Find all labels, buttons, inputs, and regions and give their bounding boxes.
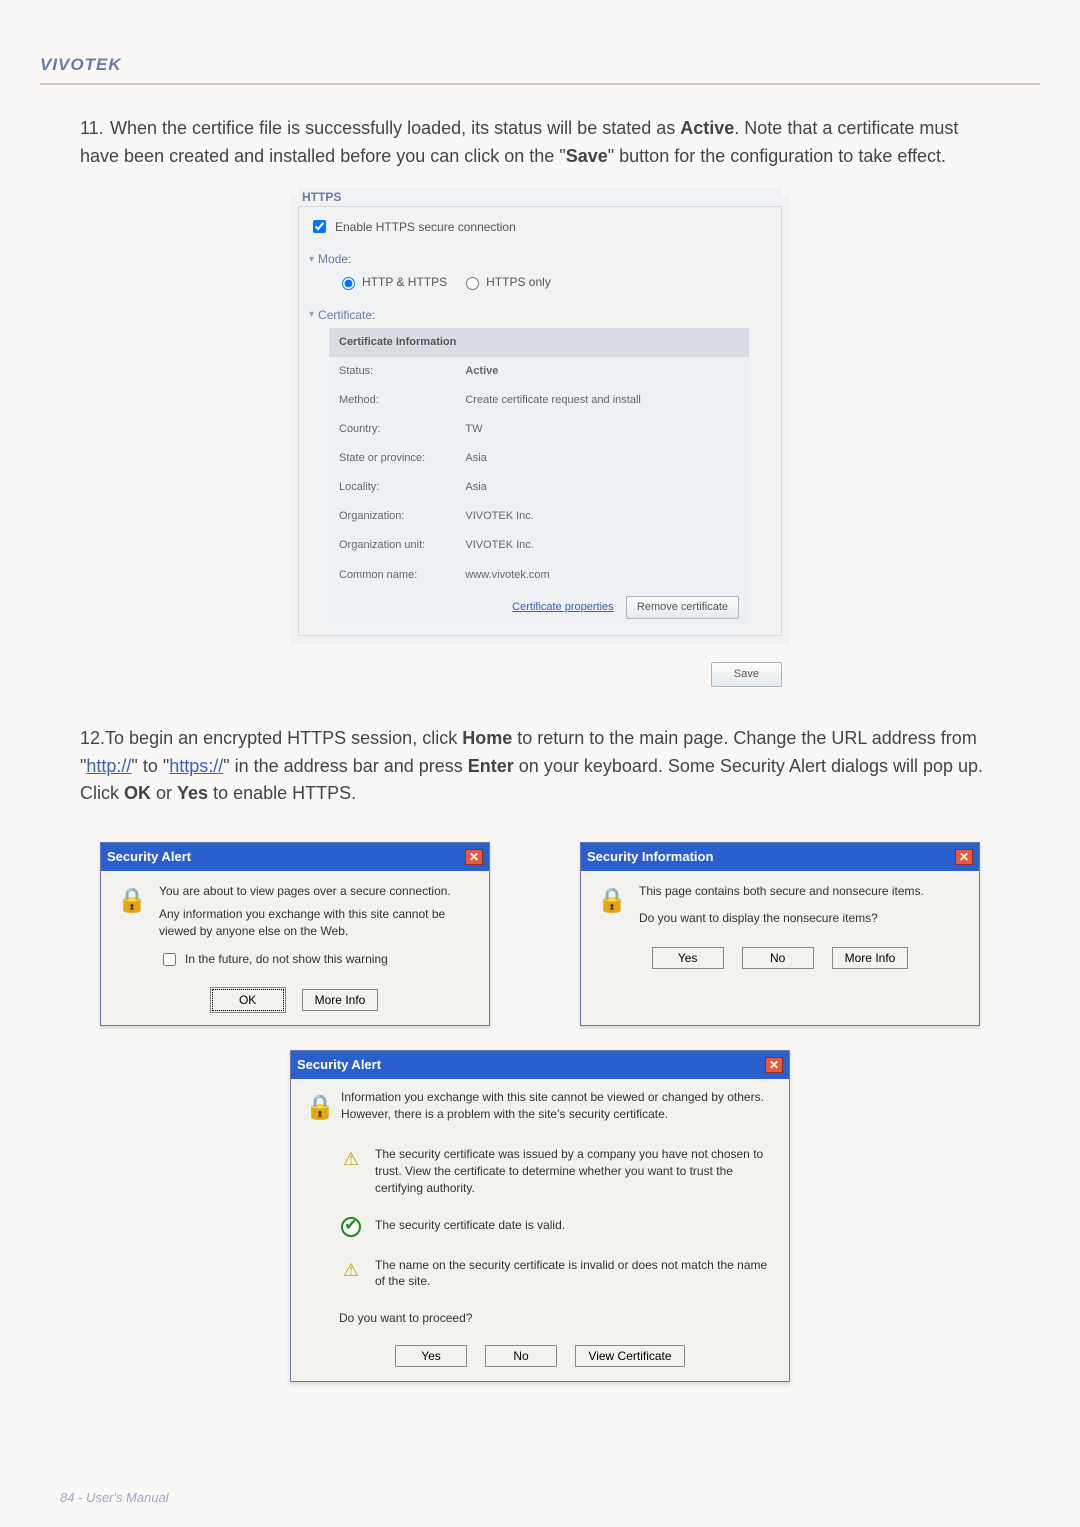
dlg3-yes-button[interactable]: Yes xyxy=(395,1345,467,1367)
header-divider xyxy=(40,83,1040,85)
close-icon[interactable]: ✕ xyxy=(955,849,973,865)
dlg1-chk-label: In the future, do not show this warning xyxy=(185,951,388,968)
mode-https-only-label: HTTPS only xyxy=(486,273,551,292)
step-12-a: To begin an encrypted HTTPS session, cli… xyxy=(105,728,462,748)
step-11-active: Active xyxy=(680,118,734,138)
save-button[interactable]: Save xyxy=(711,662,782,687)
cert-row-val: TW xyxy=(455,415,749,444)
enable-https-label: Enable HTTPS secure connection xyxy=(335,218,516,237)
cert-section-label: Certificate: xyxy=(318,306,375,325)
cert-row-key: Method: xyxy=(329,386,455,415)
close-icon[interactable]: ✕ xyxy=(765,1057,783,1073)
step-11-paragraph: 11. When the certifice file is successfu… xyxy=(80,115,1000,171)
cert-info-header: Certificate Information xyxy=(329,328,749,357)
brand-title: VIVOTEK xyxy=(40,55,1040,75)
security-alert-dialog-2: Security Alert ✕ Information you exchang… xyxy=(290,1050,790,1382)
dlg1-ok-button[interactable]: OK xyxy=(212,989,284,1011)
https-legend: HTTPS xyxy=(298,188,782,207)
warning-icon xyxy=(339,1257,363,1285)
dlg3-title: Security Alert xyxy=(297,1055,381,1075)
cert-row-key: Locality: xyxy=(329,473,455,502)
dlg1-line1: You are about to view pages over a secur… xyxy=(159,883,475,900)
dlg3-ok1: The security certificate date is valid. xyxy=(375,1217,565,1234)
cert-row-val: Asia xyxy=(455,444,749,473)
dlg3-no-button[interactable]: No xyxy=(485,1345,557,1367)
dlg2-no-button[interactable]: No xyxy=(742,947,814,969)
lock-icon xyxy=(305,1089,329,1126)
certificate-info-table: Certificate Information Status: Active M… xyxy=(329,328,749,624)
cert-row-val: Create certificate request and install xyxy=(455,386,749,415)
step-12-or: or xyxy=(151,783,177,803)
step-12-c: " to " xyxy=(131,756,169,776)
dlg1-suppress-checkbox[interactable] xyxy=(163,953,176,966)
step-12-yes: Yes xyxy=(177,783,208,803)
remove-certificate-button[interactable]: Remove certificate xyxy=(626,596,739,619)
certificate-properties-link[interactable]: Certificate properties xyxy=(512,601,614,613)
dlg3-view-certificate-button[interactable]: View Certificate xyxy=(575,1345,685,1367)
dlg2-more-info-button[interactable]: More Info xyxy=(832,947,909,969)
step-12-paragraph: 12.To begin an encrypted HTTPS session, … xyxy=(80,725,1000,809)
dlg1-title: Security Alert xyxy=(107,847,191,867)
dlg2-title: Security Information xyxy=(587,847,713,867)
dlg1-line2: Any information you exchange with this s… xyxy=(159,906,475,940)
check-icon xyxy=(339,1217,363,1237)
step-11-text-a: When the certifice file is successfully … xyxy=(110,118,680,138)
security-information-dialog: Security Information ✕ This page contain… xyxy=(580,842,980,1026)
dlg2-line2: Do you want to display the nonsecure ite… xyxy=(639,910,924,927)
dlg3-intro: Information you exchange with this site … xyxy=(341,1089,775,1123)
cert-row-key: State or province: xyxy=(329,444,455,473)
step-12-ok: OK xyxy=(124,783,151,803)
step-11-save: Save xyxy=(566,146,608,166)
cert-row-key: Common name: xyxy=(329,561,455,590)
step-12-number: 12. xyxy=(80,728,105,748)
lock-icon xyxy=(115,883,149,917)
close-icon[interactable]: ✕ xyxy=(465,849,483,865)
cert-row-val: Asia xyxy=(455,473,749,502)
warning-icon xyxy=(339,1146,363,1174)
cert-row-key: Organization unit: xyxy=(329,531,455,560)
mode-http-https-radio[interactable] xyxy=(342,277,355,290)
dlg2-line1: This page contains both secure and nonse… xyxy=(639,883,924,900)
step-12-home: Home xyxy=(462,728,512,748)
step-12-enter: Enter xyxy=(468,756,514,776)
cert-row-val: www.vivotek.com xyxy=(455,561,749,590)
https-link[interactable]: https:// xyxy=(169,756,223,776)
http-link[interactable]: http:// xyxy=(86,756,131,776)
step-11-text-c: " button for the configuration to take e… xyxy=(608,146,946,166)
dlg2-yes-button[interactable]: Yes xyxy=(652,947,724,969)
cert-row-key: Country: xyxy=(329,415,455,444)
https-config-panel: HTTPS Enable HTTPS secure connection ▾Mo… xyxy=(290,196,790,644)
mode-https-only-radio[interactable] xyxy=(466,277,479,290)
security-alert-dialog-1: Security Alert ✕ You are about to view p… xyxy=(100,842,490,1026)
mode-http-https-label: HTTP & HTTPS xyxy=(362,273,447,292)
cert-row-key: Status: xyxy=(329,357,455,386)
dlg1-more-info-button[interactable]: More Info xyxy=(302,989,379,1011)
step-11-number: 11. xyxy=(80,115,110,143)
chevron-down-icon: ▾ xyxy=(309,307,314,323)
cert-row-key: Organization: xyxy=(329,502,455,531)
cert-status-value: Active xyxy=(455,357,749,386)
chevron-down-icon: ▾ xyxy=(309,252,314,268)
mode-section-label: Mode: xyxy=(318,250,351,269)
dlg3-warn1: The security certificate was issued by a… xyxy=(375,1146,775,1196)
step-12-f: to enable HTTPS. xyxy=(208,783,356,803)
enable-https-checkbox[interactable] xyxy=(313,220,326,233)
dlg3-warn2: The name on the security certificate is … xyxy=(375,1257,775,1291)
cert-row-val: VIVOTEK Inc. xyxy=(455,502,749,531)
page-footer: 84 - User's Manual xyxy=(0,1490,1080,1505)
step-12-d: " in the address bar and press xyxy=(223,756,468,776)
cert-row-val: VIVOTEK Inc. xyxy=(455,531,749,560)
lock-icon xyxy=(595,883,629,917)
dlg3-proceed: Do you want to proceed? xyxy=(339,1310,472,1327)
